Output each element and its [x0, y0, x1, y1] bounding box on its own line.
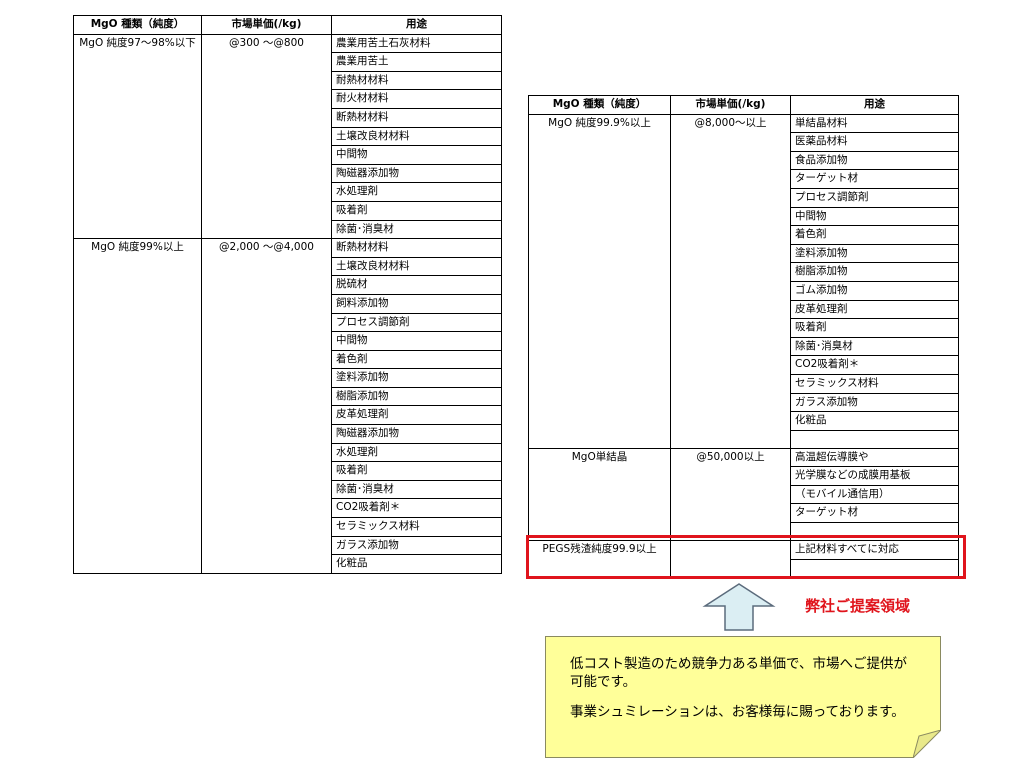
note-paragraph-1: 低コスト製造のため競争力ある単価で、市場へご提供が可能です。 — [570, 656, 907, 690]
use-cell: 樹脂添加物 — [331, 386, 502, 407]
use-cell: 塗料添加物 — [331, 368, 502, 388]
use-cell: 水処理剤 — [331, 442, 502, 463]
use-cell: 農業用苦土 — [331, 52, 502, 72]
market-price-cell: @8,000～以上 — [670, 113, 791, 449]
use-cell: 断熱材材料 — [331, 107, 502, 128]
use-cell: 水処理剤 — [331, 182, 502, 202]
right-price-table: MgO 種類（純度） 市場単価(/kg) 用途 MgO 純度99.9%以上 @8,… — [528, 95, 959, 578]
use-cell: CO2吸着剤＊ — [331, 498, 502, 519]
use-cell: 中間物 — [790, 206, 959, 227]
right-table-body: MgO 純度99.9%以上 @8,000～以上 単結晶材料 医薬品材料 食品添加物 ターゲ… — [528, 113, 959, 578]
use-cell: 耐熱材材料 — [331, 70, 502, 91]
header-use: 用途 — [790, 95, 959, 115]
use-cell: 皮革処理剤 — [790, 299, 959, 320]
use-cell: ガラス添加物 — [790, 392, 959, 413]
use-cell — [790, 558, 959, 578]
mgo-type-cell: MgO 純度99%以上 — [73, 238, 202, 574]
header-price: 市場単価(/kg) — [201, 15, 332, 35]
use-cell: 飼料添加物 — [331, 293, 502, 314]
use-cell: ガラス添加物 — [331, 535, 502, 556]
use-cell: セラミックス材料 — [331, 517, 502, 537]
use-cell: 吸着剤 — [790, 318, 959, 338]
up-arrow-icon — [702, 583, 776, 631]
use-cell: 塗料添加物 — [790, 243, 959, 264]
table-row: PEGS残渣純度99.9以上 上記材料すべてに対応 — [528, 540, 959, 578]
use-cell: 中間物 — [331, 145, 502, 165]
note-paragraph-2: 事業シュミレーションは、お客様毎に賜っております。 — [570, 704, 905, 720]
use-cell: 着色剤 — [331, 349, 502, 370]
use-cell: 中間物 — [331, 331, 502, 351]
use-cell — [790, 522, 959, 542]
use-cell: セラミックス材料 — [790, 373, 959, 394]
header-type: MgO 種類（純度） — [73, 15, 202, 35]
use-cell: （モバイル通信用） — [790, 484, 959, 505]
use-cell: 皮革処理剤 — [331, 405, 502, 426]
use-cell: CO2吸着剤＊ — [790, 355, 959, 375]
market-price-cell: @50,000以上 — [670, 447, 791, 542]
use-cell: 断熱材材料 — [331, 238, 502, 258]
use-cell: 化粧品 — [790, 411, 959, 431]
market-price-cell: @300 ～@800 — [201, 33, 332, 240]
proposal-area-label: 弊社ご提案領域 — [805, 597, 911, 615]
use-cell: 除菌･消臭材 — [790, 336, 959, 357]
use-cell — [790, 429, 959, 449]
header-type: MgO 種類（純度） — [528, 95, 671, 115]
use-cell: 農業用苦土石灰材料 — [331, 33, 502, 54]
use-cell: ターゲット材 — [790, 169, 959, 189]
use-cell: 土壌改良材材料 — [331, 256, 502, 277]
use-cell: プロセス調節剤 — [790, 187, 959, 208]
mgo-type-cell: MgO単結晶 — [528, 447, 671, 542]
header-price: 市場単価(/kg) — [670, 95, 791, 115]
table-header-row: MgO 種類（純度） 市場単価(/kg) 用途 — [73, 15, 502, 35]
page-fold-icon — [913, 730, 941, 758]
use-cell: 医薬品材料 — [790, 132, 959, 152]
header-use: 用途 — [331, 15, 502, 35]
use-cell: 上記材料すべてに対応 — [790, 540, 959, 560]
sticky-note: 低コスト製造のため競争力ある単価で、市場へご提供が可能です。 事業シュミレーショ… — [545, 636, 941, 758]
use-cell: プロセス調節剤 — [331, 312, 502, 333]
use-cell: 単結晶材料 — [790, 113, 959, 134]
use-cell: 光学膜などの成膜用基板 — [790, 466, 959, 486]
use-cell: 着色剤 — [790, 225, 959, 245]
mgo-type-cell: PEGS残渣純度99.9以上 — [528, 540, 671, 578]
market-price-cell: @2,000 ～@4,000 — [201, 238, 332, 574]
use-cell: 食品添加物 — [790, 150, 959, 171]
mgo-type-cell: MgO 純度97～98%以下 — [73, 33, 202, 240]
use-cell: 土壌改良材材料 — [331, 126, 502, 147]
use-cell: 化粧品 — [331, 554, 502, 574]
left-price-table: MgO 種類（純度） 市場単価(/kg) 用途 MgO 純度97～98%以下 @3… — [73, 15, 502, 574]
use-cell: 高温超伝導膜や — [790, 447, 959, 468]
table-row: MgO 純度97～98%以下 @300 ～@800 農業用苦土石灰材料 — [73, 33, 502, 240]
use-cell: 除菌･消臭材 — [331, 479, 502, 500]
use-cell: ゴム添加物 — [790, 280, 959, 301]
table-row: MgO単結晶 @50,000以上 高温超伝導膜や — [528, 447, 959, 542]
mgo-type-cell: MgO 純度99.9%以上 — [528, 113, 671, 449]
left-table-body: MgO 純度97～98%以下 @300 ～@800 農業用苦土石灰材料 農業用苦土 耐熱… — [73, 33, 502, 574]
use-cell: ターゲット材 — [790, 503, 959, 524]
table-row: MgO 純度99%以上 @2,000 ～@4,000 断熱材材料 — [73, 238, 502, 574]
table-header-row: MgO 種類（純度） 市場単価(/kg) 用途 — [528, 95, 959, 115]
use-cell: 樹脂添加物 — [790, 262, 959, 282]
use-cell: 除菌･消臭材 — [331, 219, 502, 240]
table-row: MgO 純度99.9%以上 @8,000～以上 単結晶材料 — [528, 113, 959, 449]
use-cell: 吸着剤 — [331, 200, 502, 221]
market-price-cell — [670, 540, 791, 578]
use-cell: 陶磁器添加物 — [331, 163, 502, 184]
use-cell: 脱硫材 — [331, 275, 502, 295]
use-cell: 吸着剤 — [331, 461, 502, 481]
use-cell: 耐火材材料 — [331, 89, 502, 109]
use-cell: 陶磁器添加物 — [331, 424, 502, 444]
